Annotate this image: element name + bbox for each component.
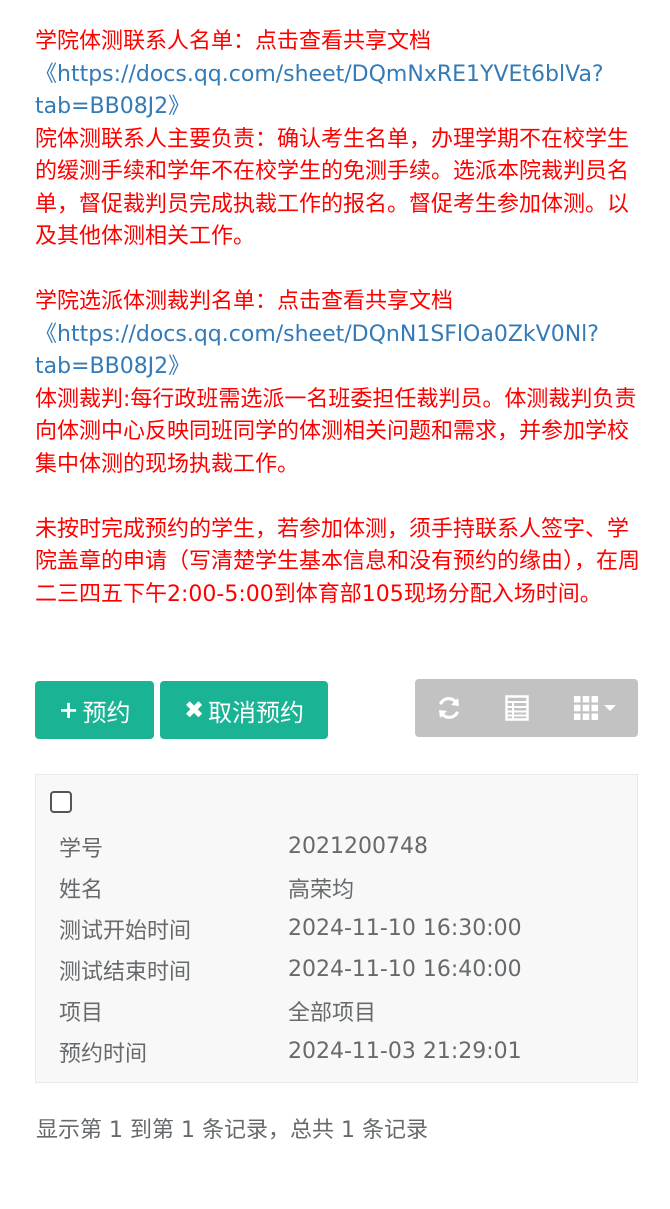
columns-dropdown-button[interactable]: [551, 679, 638, 737]
reserve-button-label: 预约: [82, 698, 131, 727]
field-value: 全部项目: [288, 1000, 377, 1026]
contact-duties-text: 院体测联系人主要负责：确认考生名单，办理学期不在校学生的缓测手续和学年不在校学生…: [35, 126, 630, 250]
row-select-checkbox[interactable]: [50, 791, 72, 813]
pagination-summary: 显示第 1 到第 1 条记录，总共 1 条记录: [36, 1118, 428, 1143]
cancel-reservation-label: 取消预约: [208, 698, 305, 727]
field-label: 姓名: [59, 877, 104, 903]
contact-list-heading: 学院体测联系人名单：点击查看共享文档: [35, 29, 432, 54]
refresh-icon: [439, 697, 459, 719]
close-icon: ✖: [183, 696, 205, 724]
table-toolbar: [415, 679, 638, 737]
field-label: 学号: [59, 836, 104, 862]
record-card: 学号 2021200748 姓名 高荣均 测试开始时间 2024-11-10 1…: [35, 774, 638, 1083]
referee-list-heading: 学院选派体测裁判名单：点击查看共享文档: [35, 289, 454, 314]
field-value: 2021200748: [288, 834, 428, 859]
referee-list-link[interactable]: 《https://docs.qq.com/sheet/DQnN1SFlOa0Zk…: [35, 322, 599, 380]
field-label: 项目: [59, 1000, 104, 1026]
columns-icon: [573, 696, 598, 720]
contact-list-link[interactable]: 《https://docs.qq.com/sheet/DQmNxRE1YVEt6…: [35, 62, 604, 120]
field-row-end-time: 测试结束时间 2024-11-10 16:40:00: [59, 949, 522, 990]
field-row-item: 项目 全部项目: [59, 990, 376, 1031]
field-label: 预约时间: [59, 1041, 148, 1067]
field-row-start-time: 测试开始时间 2024-11-10 16:30:00: [59, 908, 522, 949]
field-label: 测试开始时间: [59, 918, 192, 944]
refresh-button[interactable]: [415, 679, 483, 737]
referee-duties-text: 体测裁判:每行政班需选派一名班委担任裁判员。体测裁判负责向体测中心反映同班同学的…: [35, 386, 637, 477]
plus-icon: +: [58, 696, 79, 724]
field-value: 高荣均: [288, 877, 355, 903]
field-label: 测试结束时间: [59, 959, 192, 985]
field-value: 2024-11-03 21:29:01: [288, 1039, 522, 1064]
notice-text: 学院体测联系人名单：点击查看共享文档 《https://docs.qq.com/…: [35, 26, 640, 611]
reserve-button[interactable]: + 预约: [35, 681, 154, 739]
field-row-student-id: 学号 2021200748: [59, 826, 428, 867]
cancel-reservation-button[interactable]: ✖ 取消预约: [160, 681, 328, 739]
field-value: 2024-11-10 16:30:00: [288, 916, 522, 941]
late-reservation-text: 未按时完成预约的学生，若参加体测，须手持联系人签字、学院盖章的申请（写清楚学生基…: [35, 516, 641, 607]
toggle-view-button[interactable]: [483, 679, 551, 737]
field-row-name: 姓名 高荣均: [59, 867, 354, 908]
field-value: 2024-11-10 16:40:00: [288, 957, 522, 982]
toggle-view-icon: [505, 695, 529, 721]
chevron-down-icon: [603, 705, 616, 711]
field-row-reservation-time: 预约时间 2024-11-03 21:29:01: [59, 1031, 522, 1072]
